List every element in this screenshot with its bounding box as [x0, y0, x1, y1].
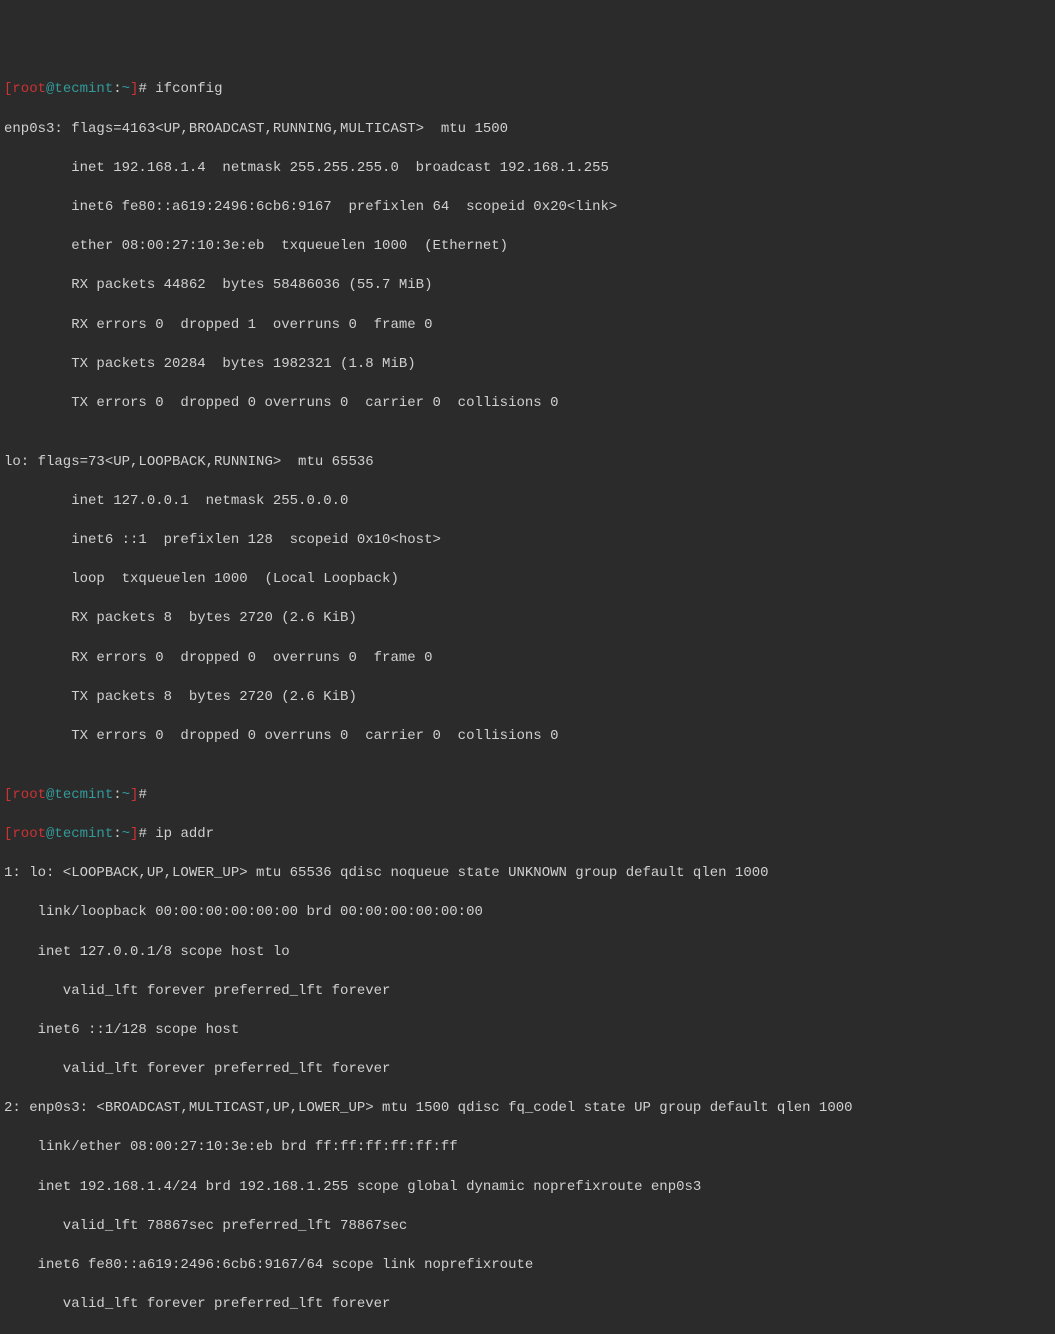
ipaddr-output: 1: lo: <LOOPBACK,UP,LOWER_UP> mtu 65536 … [4, 864, 1051, 884]
ifconfig-output: inet 192.168.1.4 netmask 255.255.255.0 b… [4, 159, 1051, 179]
ifconfig-output: inet6 ::1 prefixlen 128 scopeid 0x10<hos… [4, 531, 1051, 551]
ifconfig-output: RX packets 8 bytes 2720 (2.6 KiB) [4, 609, 1051, 629]
ipaddr-output: link/ether 08:00:27:10:3e:eb brd ff:ff:f… [4, 1138, 1051, 1158]
ifconfig-output: TX errors 0 dropped 0 overruns 0 carrier… [4, 394, 1051, 414]
ipaddr-output: inet6 fe80::a619:2496:6cb6:9167/64 scope… [4, 1256, 1051, 1276]
ifconfig-output: loop txqueuelen 1000 (Local Loopback) [4, 570, 1051, 590]
ipaddr-output: valid_lft forever preferred_lft forever [4, 1060, 1051, 1080]
ifconfig-output: ether 08:00:27:10:3e:eb txqueuelen 1000 … [4, 237, 1051, 257]
ifconfig-output: RX errors 0 dropped 0 overruns 0 frame 0 [4, 649, 1051, 669]
ipaddr-output: inet6 ::1/128 scope host [4, 1021, 1051, 1041]
ipaddr-output: link/loopback 00:00:00:00:00:00 brd 00:0… [4, 903, 1051, 923]
ifconfig-output: enp0s3: flags=4163<UP,BROADCAST,RUNNING,… [4, 120, 1051, 140]
ifconfig-output: TX packets 8 bytes 2720 (2.6 KiB) [4, 688, 1051, 708]
prompt-line-2[interactable]: [root@tecmint:~]# [4, 786, 1051, 806]
command-ifconfig: ifconfig [155, 81, 222, 97]
ifconfig-output: lo: flags=73<UP,LOOPBACK,RUNNING> mtu 65… [4, 453, 1051, 473]
prompt-line-3[interactable]: [root@tecmint:~]# ip addr [4, 825, 1051, 845]
ipaddr-output: valid_lft forever preferred_lft forever [4, 1295, 1051, 1315]
ipaddr-output: valid_lft forever preferred_lft forever [4, 982, 1051, 1002]
ifconfig-output: inet6 fe80::a619:2496:6cb6:9167 prefixle… [4, 198, 1051, 218]
ipaddr-output: inet 127.0.0.1/8 scope host lo [4, 943, 1051, 963]
ipaddr-output: inet 192.168.1.4/24 brd 192.168.1.255 sc… [4, 1178, 1051, 1198]
ifconfig-output: TX errors 0 dropped 0 overruns 0 carrier… [4, 727, 1051, 747]
prompt-line-1[interactable]: [root@tecmint:~]# ifconfig [4, 80, 1051, 100]
ifconfig-output: TX packets 20284 bytes 1982321 (1.8 MiB) [4, 355, 1051, 375]
ifconfig-output: RX packets 44862 bytes 58486036 (55.7 Mi… [4, 276, 1051, 296]
command-ip-addr: ip addr [155, 826, 214, 842]
ifconfig-output: RX errors 0 dropped 1 overruns 0 frame 0 [4, 316, 1051, 336]
ipaddr-output: 2: enp0s3: <BROADCAST,MULTICAST,UP,LOWER… [4, 1099, 1051, 1119]
ipaddr-output: valid_lft 78867sec preferred_lft 78867se… [4, 1217, 1051, 1237]
ifconfig-output: inet 127.0.0.1 netmask 255.0.0.0 [4, 492, 1051, 512]
